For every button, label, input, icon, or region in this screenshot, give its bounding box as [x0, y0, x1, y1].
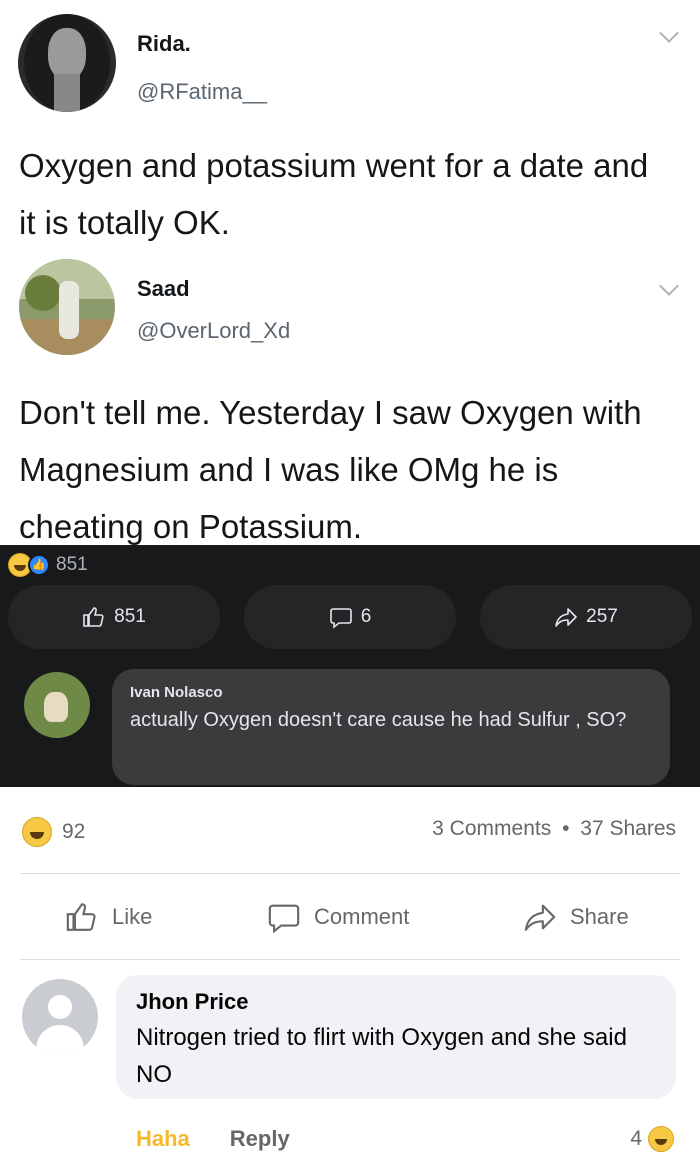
- comment-button[interactable]: 6: [244, 585, 456, 649]
- comment-count: 6: [360, 606, 372, 627]
- share-button[interactable]: Share: [522, 897, 629, 937]
- like-count: 851: [114, 606, 146, 627]
- light-post-footer: 92 3 Comments • 37 Shares Like Comment S…: [0, 787, 700, 1172]
- comment-label: Comment: [314, 904, 410, 929]
- share-count: 257: [586, 606, 618, 627]
- speech-bubble-icon: [329, 608, 352, 629]
- reply-button[interactable]: Reply: [230, 1126, 290, 1152]
- action-bar: 851 6 257: [0, 585, 700, 649]
- share-arrow-icon: [524, 904, 556, 931]
- reaction-count: 92: [62, 820, 86, 843]
- comment-author[interactable]: Jhon Price: [136, 989, 656, 1015]
- chevron-down-icon[interactable]: [659, 276, 679, 296]
- reaction-count: 851: [56, 554, 88, 575]
- author-handle[interactable]: @OverLord_Xd: [137, 318, 290, 344]
- comment-button[interactable]: Comment: [266, 897, 409, 937]
- post-stats: 3 Comments • 37 Shares: [432, 817, 676, 841]
- thumbs-up-icon: [83, 607, 104, 627]
- separator: •: [562, 817, 570, 840]
- tweet-saad: Saad @OverLord_Xd Don't tell me. Yesterd…: [0, 255, 700, 545]
- dark-post-footer: 👍 851 851 6 257 Ivan Nolasco actually Ox…: [0, 545, 700, 787]
- comment-bubble: Jhon Price Nitrogen tried to flirt with …: [116, 975, 676, 1099]
- author-name[interactable]: Rida.: [137, 31, 191, 57]
- share-label: Share: [570, 904, 629, 929]
- divider: [20, 873, 680, 874]
- comment-actions: Haha Reply: [136, 1126, 290, 1152]
- haha-reaction-button[interactable]: Haha: [136, 1126, 190, 1152]
- like-button[interactable]: Like: [64, 897, 152, 937]
- thumbs-up-icon: [66, 903, 96, 931]
- author-handle[interactable]: @RFatima__: [137, 79, 267, 105]
- tweet-rida: Rida. @RFatima__ Oxygen and potassium we…: [0, 0, 700, 268]
- comment-reaction-summary[interactable]: 4: [630, 1126, 674, 1152]
- avatar[interactable]: [24, 672, 90, 738]
- haha-emoji-icon: [22, 817, 52, 847]
- reaction-summary[interactable]: 👍 851: [8, 553, 88, 577]
- comment-author[interactable]: Ivan Nolasco: [130, 684, 652, 701]
- like-button[interactable]: 851: [8, 585, 220, 649]
- share-arrow-icon: [555, 608, 577, 627]
- comment-bubble: Ivan Nolasco actually Oxygen doesn't car…: [112, 669, 670, 785]
- speech-bubble-icon: [268, 904, 300, 934]
- comment-reaction-count: 4: [630, 1127, 642, 1150]
- author-name[interactable]: Saad: [137, 276, 190, 302]
- divider: [20, 959, 680, 960]
- avatar[interactable]: [18, 14, 116, 112]
- shares-link[interactable]: 37 Shares: [580, 817, 676, 840]
- chevron-down-icon[interactable]: [659, 23, 679, 43]
- comment-text: Nitrogen tried to flirt with Oxygen and …: [136, 1024, 627, 1088]
- comments-link[interactable]: 3 Comments: [432, 817, 551, 840]
- haha-emoji-icon: [648, 1126, 674, 1152]
- avatar[interactable]: [19, 259, 115, 355]
- tweet-text: Don't tell me. Yesterday I saw Oxygen wi…: [19, 394, 642, 545]
- like-reaction-icon: 👍: [28, 554, 50, 576]
- like-label: Like: [112, 904, 153, 929]
- reaction-summary[interactable]: 92: [22, 817, 85, 847]
- share-button[interactable]: 257: [480, 585, 692, 649]
- avatar[interactable]: [22, 979, 98, 1055]
- comment-text: actually Oxygen doesn't care cause he ha…: [130, 709, 627, 731]
- tweet-text: Oxygen and potassium went for a date and…: [19, 147, 649, 241]
